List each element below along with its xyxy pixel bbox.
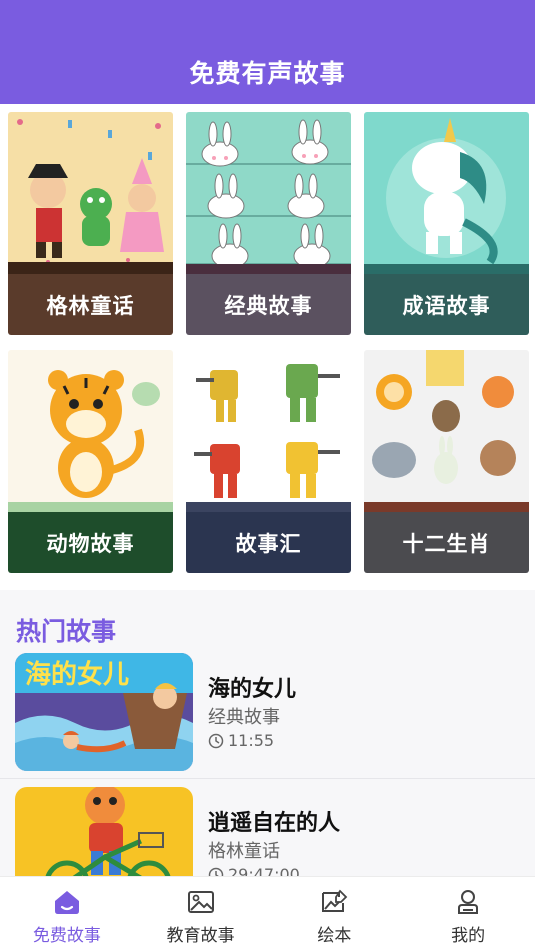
bunnies-illustration [186, 112, 351, 274]
category-label: 动物故事 [8, 512, 173, 573]
category-card-grimm[interactable]: 格林童话 [8, 112, 173, 335]
profile-icon [458, 890, 479, 914]
tab-education-stories[interactable]: 教育故事 [134, 877, 268, 951]
story-category: 格林童话 [208, 841, 280, 862]
app-screen: 免费有声故事 格林童话 经典故事 成语故事 动物故事 故事汇 十二生肖 热门故事… [0, 0, 535, 951]
tab-free-stories[interactable]: 免费故事 [0, 877, 134, 951]
picture-book-icon [322, 889, 348, 912]
category-card-animal[interactable]: 动物故事 [8, 350, 173, 573]
tab-label: 绘本 [317, 926, 352, 946]
story-thumbnail: 海的女儿 [15, 653, 193, 771]
category-card-idiom[interactable]: 成语故事 [364, 112, 529, 335]
little-mermaid-illustration: 海的女儿 [15, 653, 193, 771]
category-grid: 格林童话 经典故事 成语故事 动物故事 故事汇 十二生肖 [0, 104, 535, 590]
svg-text:海的女儿: 海的女儿 [25, 659, 129, 690]
category-card-zodiac[interactable]: 十二生肖 [364, 350, 529, 573]
hot-stories-heading: 热门故事 [16, 617, 117, 646]
story-title: 海的女儿 [208, 677, 297, 702]
category-label: 经典故事 [186, 274, 351, 335]
home-icon [54, 891, 79, 914]
category-card-collection[interactable]: 故事汇 [186, 350, 351, 573]
story-duration-text: 11:55 [228, 731, 275, 750]
tab-profile[interactable]: 我的 [401, 877, 535, 951]
category-label: 格林童话 [8, 274, 173, 335]
category-label: 十二生肖 [364, 512, 529, 573]
tab-label: 我的 [451, 926, 486, 946]
category-label: 故事汇 [186, 512, 351, 573]
bottom-tab-bar: 免费故事 教育故事 绘本 我的 [0, 876, 535, 951]
category-label: 成语故事 [364, 274, 529, 335]
page-title: 免费有声故事 [189, 59, 346, 88]
story-item[interactable]: 海的女儿 海的女儿 经典故事 11:55 [0, 653, 535, 781]
story-title: 逍遥自在的人 [208, 811, 341, 836]
category-card-classic[interactable]: 经典故事 [186, 112, 351, 335]
tab-picture-book[interactable]: 绘本 [268, 877, 402, 951]
robots-illustration [186, 350, 351, 512]
zodiac-animals-illustration [364, 350, 529, 512]
unicorn-illustration [364, 112, 529, 274]
tab-label: 免费故事 [32, 926, 101, 946]
list-divider [0, 778, 535, 779]
clock-icon [208, 733, 224, 748]
story-category: 经典故事 [208, 707, 280, 728]
story-duration: 11:55 [208, 731, 274, 750]
header-bar: 免费有声故事 [0, 0, 535, 104]
image-icon [187, 891, 214, 913]
pirate-kids-illustration [8, 112, 173, 274]
tab-label: 教育故事 [166, 926, 235, 946]
tiger-illustration [8, 350, 173, 512]
